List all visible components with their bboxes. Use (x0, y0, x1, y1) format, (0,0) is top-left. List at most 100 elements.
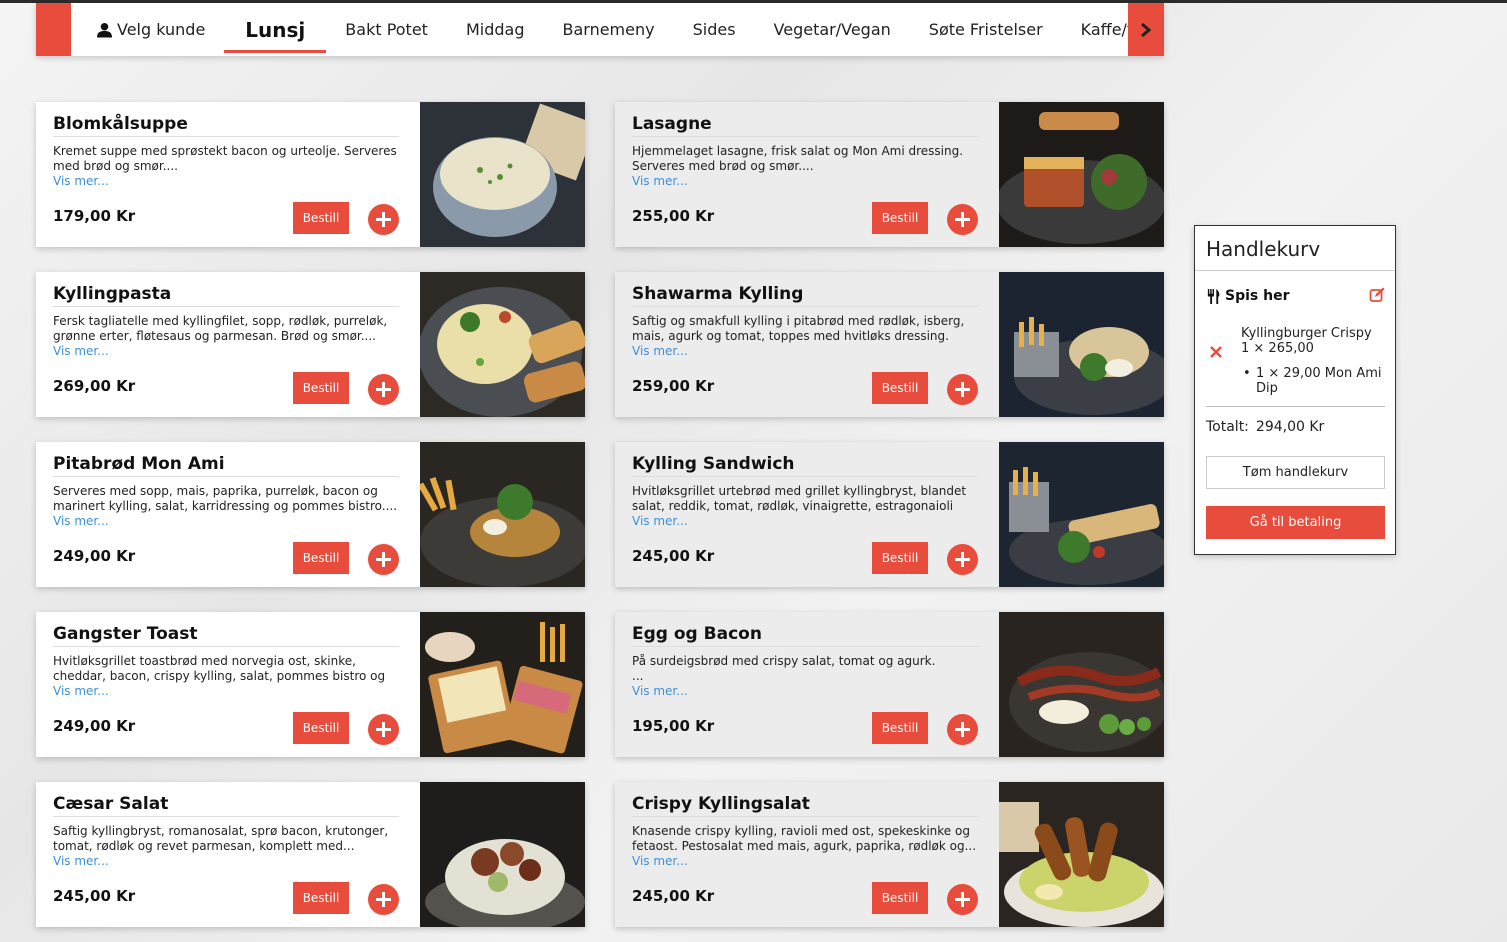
menu-item-photo (420, 442, 585, 587)
cart-item-qty: 1 × 265,00 (1241, 341, 1314, 356)
clear-cart-button[interactable]: Tøm handlekurv (1206, 456, 1385, 489)
order-button[interactable]: Bestill (293, 712, 349, 744)
menu-item-card: Shawarma Kylling Saftig og smakfull kylli… (615, 272, 1164, 417)
show-more-link[interactable]: Vis mer... (53, 684, 109, 698)
show-more-link[interactable]: Vis mer... (632, 514, 688, 528)
plus-icon (955, 382, 970, 397)
cart-addon-label: 1 × 29,00 Mon Ami Dip (1256, 366, 1382, 396)
show-more-link[interactable]: Vis mer... (53, 344, 109, 358)
add-button[interactable] (947, 374, 978, 405)
show-more-link[interactable]: Vis mer... (632, 344, 688, 358)
order-button[interactable]: Bestill (293, 882, 349, 914)
menu-item-price: 249,00 Kr (53, 547, 136, 565)
add-button[interactable] (368, 204, 399, 235)
plus-icon (955, 212, 970, 227)
menu-item-photo (420, 612, 585, 757)
add-button[interactable] (368, 884, 399, 915)
menu-item-description: Fersk tagliatelle med kyllingfilet, sopp… (53, 314, 388, 343)
cart-title: Handlekurv (1195, 226, 1395, 271)
tab-vegetar-vegan[interactable]: Vegetar/Vegan (755, 3, 910, 56)
plus-icon (955, 722, 970, 737)
menu-item-card: Gangster Toast Hvitløksgrillet toastbrød … (36, 612, 585, 757)
add-button[interactable] (947, 884, 978, 915)
menu-item-photo (999, 442, 1164, 587)
cart-total: Totalt: 294,00 Kr (1206, 419, 1324, 435)
cart-mode-label: Spis her (1225, 288, 1290, 304)
menu-item-description: Hvitløksgrillet urtebrød med grillet kyl… (632, 484, 967, 513)
tab-middag[interactable]: Middag (447, 3, 544, 56)
show-more-link[interactable]: Vis mer... (53, 854, 109, 868)
menu-item-price: 245,00 Kr (632, 887, 715, 905)
menu-item-card: Kylling Sandwich Hvitløksgrillet urtebrød… (615, 442, 1164, 587)
menu-item-description: På surdeigsbrød med crispy salat, tomat … (632, 654, 936, 683)
plus-icon (955, 892, 970, 907)
menu-item-title: Kyllingpasta (53, 284, 399, 307)
cart-item-name: Kyllingburger Crispy (1241, 326, 1372, 341)
menu-item-card: Crispy Kyllingsalat Knasende crispy kylli… (615, 782, 1164, 927)
tab-lunsj[interactable]: Lunsj (224, 3, 327, 56)
plus-icon (955, 552, 970, 567)
checkout-button[interactable]: Gå til betaling (1206, 506, 1385, 539)
show-more-link[interactable]: Vis mer... (53, 174, 109, 188)
menu-item-title: Gangster Toast (53, 624, 399, 647)
tab-sote-fristelser[interactable]: Søte Fristelser (910, 3, 1062, 56)
edit-icon[interactable] (1369, 287, 1385, 303)
cart-total-value: 294,00 Kr (1255, 419, 1325, 435)
menu-item-description: Saftig og smakfull kylling i pitabrød me… (632, 314, 965, 343)
nav-next-button[interactable] (1128, 3, 1164, 56)
menu-item-photo (999, 102, 1164, 247)
menu-item-photo (999, 272, 1164, 417)
menu-item-card: Pitabrød Mon Ami Serveres med sopp, mais,… (36, 442, 585, 587)
tab-kaffe-te[interactable]: Kaffe/te (1062, 3, 1128, 56)
show-more-link[interactable]: Vis mer... (632, 174, 688, 188)
plus-icon (376, 722, 391, 737)
menu-item-title: Pitabrød Mon Ami (53, 454, 399, 477)
plus-icon (376, 552, 391, 567)
menu-item-card: Egg og Bacon På surdeigsbrød med crispy s… (615, 612, 1164, 757)
show-more-link[interactable]: Vis mer... (632, 854, 688, 868)
menu-item-price: 269,00 Kr (53, 377, 136, 395)
nav-prev-button[interactable] (36, 3, 71, 56)
tab-barnemeny[interactable]: Barnemeny (543, 3, 673, 56)
order-button[interactable]: Bestill (872, 542, 928, 574)
menu-item-price: 259,00 Kr (632, 377, 715, 395)
order-button[interactable]: Bestill (293, 542, 349, 574)
menu-item-price: 195,00 Kr (632, 717, 715, 735)
show-more-link[interactable]: Vis mer... (632, 684, 688, 698)
close-icon[interactable] (1210, 346, 1222, 358)
add-button[interactable] (947, 204, 978, 235)
cart-mode: Spis her (1206, 288, 1289, 304)
show-more-link[interactable]: Vis mer... (53, 514, 109, 528)
menu-item-title: Cæsar Salat (53, 794, 399, 817)
menu-item-price: 179,00 Kr (53, 207, 136, 225)
cart-divider (1206, 406, 1385, 407)
cart-total-label: Totalt: (1206, 419, 1249, 435)
menu-item-title: Kylling Sandwich (632, 454, 978, 477)
tab-sides[interactable]: Sides (674, 3, 755, 56)
menu-item-title: Blomkålsuppe (53, 114, 399, 137)
menu-item-title: Shawarma Kylling (632, 284, 978, 307)
order-button[interactable]: Bestill (293, 372, 349, 404)
menu-item-title: Egg og Bacon (632, 624, 978, 647)
select-customer-button[interactable]: Velg kunde (71, 3, 224, 56)
order-button[interactable]: Bestill (872, 202, 928, 234)
menu-item-card: Kyllingpasta Fersk tagliatelle med kyllin… (36, 272, 585, 417)
order-button[interactable]: Bestill (872, 712, 928, 744)
menu-item-photo (420, 272, 585, 417)
add-button[interactable] (368, 544, 399, 575)
add-button[interactable] (368, 374, 399, 405)
add-button[interactable] (947, 544, 978, 575)
menu-item-description: Serveres med sopp, mais, paprika, purrel… (53, 484, 398, 513)
add-button[interactable] (947, 714, 978, 745)
menu-item-description: Kremet suppe med sprøstekt bacon og urte… (53, 144, 397, 173)
plus-icon (376, 892, 391, 907)
order-button[interactable]: Bestill (872, 882, 928, 914)
order-button[interactable]: Bestill (872, 372, 928, 404)
order-button[interactable]: Bestill (293, 202, 349, 234)
user-icon (97, 22, 112, 37)
add-button[interactable] (368, 714, 399, 745)
menu-item-price: 249,00 Kr (53, 717, 136, 735)
menu-item-title: Lasagne (632, 114, 978, 137)
tab-bakt-potet[interactable]: Bakt Potet (326, 3, 447, 56)
plus-icon (376, 212, 391, 227)
